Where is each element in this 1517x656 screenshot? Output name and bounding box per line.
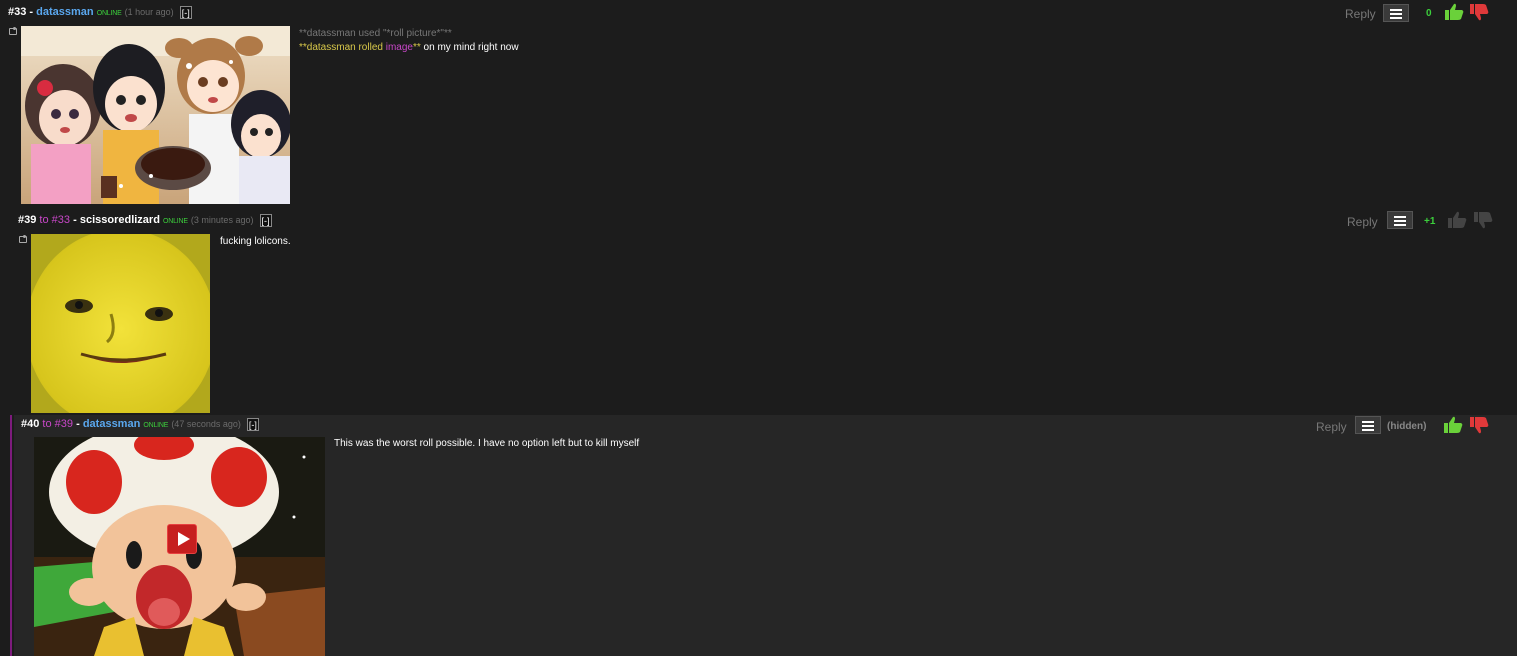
comment-menu-button[interactable] (1355, 416, 1381, 434)
anime-image[interactable] (21, 26, 290, 204)
lemon-face-image[interactable] (31, 234, 210, 413)
comment-number[interactable]: #39 (18, 214, 36, 226)
comment-header: #39 to #33 - scissoredlizard ONLINE (3 m… (18, 213, 272, 227)
reply-to-link[interactable]: #33 (52, 214, 70, 226)
toad-video-thumbnail[interactable] (34, 437, 325, 656)
comment-33: #33 - datassman ONLINE (1 hour ago) [-] (0, 0, 1517, 207)
comment-body: **datassman used "*roll picture*"** **da… (299, 27, 519, 55)
image-link[interactable]: image (386, 42, 413, 53)
username-link[interactable]: datassman (36, 6, 93, 18)
roll-result: **datassman rolled image** on my mind ri… (299, 42, 519, 53)
collapse-button[interactable]: [-] (246, 417, 259, 431)
username-link[interactable]: scissoredlizard (80, 214, 160, 226)
thumbs-up-icon[interactable] (1444, 3, 1464, 21)
thumbs-up-icon[interactable] (1447, 211, 1467, 229)
reply-button[interactable]: Reply (1347, 215, 1378, 229)
comment-body: fucking lolicons. (220, 236, 291, 247)
collapse-button[interactable]: [-] (179, 5, 192, 19)
username-link[interactable]: datassman (83, 418, 140, 430)
timestamp: (3 minutes ago) (190, 215, 254, 225)
thumbs-down-icon[interactable] (1473, 211, 1493, 229)
picture-icon (9, 27, 18, 35)
online-status: ONLINE (162, 218, 188, 225)
reply-button[interactable]: Reply (1316, 420, 1347, 434)
comment-number[interactable]: #40 (21, 418, 39, 430)
collapse-button[interactable]: [-] (259, 213, 272, 227)
vote-score: 0 (1426, 8, 1432, 19)
vote-score: (hidden) (1387, 421, 1427, 432)
reply-button[interactable]: Reply (1345, 7, 1376, 21)
online-status: ONLINE (143, 422, 169, 429)
comment-number[interactable]: #33 (8, 6, 26, 18)
comment-actions: Reply 0 (1343, 3, 1503, 23)
picture-icon (19, 235, 28, 243)
timestamp: (1 hour ago) (124, 7, 174, 17)
comment-actions: Reply (hidden) (1313, 416, 1503, 436)
comment-menu-button[interactable] (1387, 211, 1413, 229)
vote-score: +1 (1424, 216, 1436, 227)
thumbs-down-icon[interactable] (1469, 3, 1489, 21)
comment-header: #33 - datassman ONLINE (1 hour ago) [-] (8, 5, 192, 19)
reply-to-link[interactable]: #39 (55, 418, 73, 430)
comment-39: #39 to #33 - scissoredlizard ONLINE (3 m… (0, 207, 1517, 415)
thumbs-up-icon[interactable] (1443, 416, 1463, 434)
online-status: ONLINE (96, 10, 122, 17)
comment-menu-button[interactable] (1383, 4, 1409, 22)
thumbs-down-icon[interactable] (1469, 416, 1489, 434)
comment-40: #40 to #39 - datassman ONLINE (47 second… (14, 415, 1517, 656)
comment-body: This was the worst roll possible. I have… (334, 438, 640, 449)
play-icon[interactable] (167, 524, 197, 554)
comment-actions: Reply +1 (1343, 211, 1503, 231)
comment-header: #40 to #39 - datassman ONLINE (47 second… (21, 417, 259, 431)
roll-notice: **datassman used "*roll picture*"** (299, 28, 452, 39)
timestamp: (47 seconds ago) (171, 419, 241, 429)
